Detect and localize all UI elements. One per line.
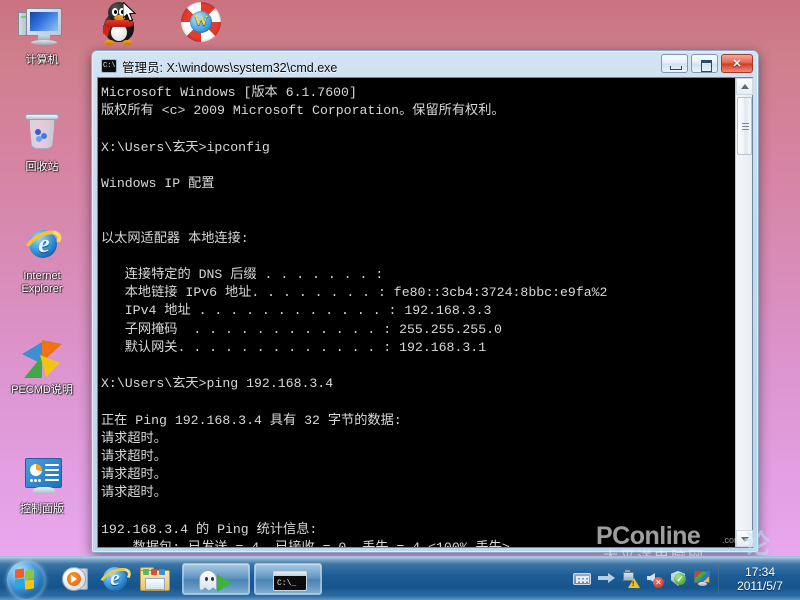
- folder-tabs-icon: [143, 568, 167, 575]
- windows-flag-icon: [15, 567, 37, 590]
- maximize-button[interactable]: [691, 54, 718, 73]
- lifebuoy-icon: W: [176, 0, 224, 46]
- start-button[interactable]: [2, 559, 50, 599]
- desktop-icon-label: Internet Explorer: [21, 270, 63, 295]
- taskbar-button-cmd[interactable]: [254, 562, 322, 595]
- console-body[interactable]: Microsoft Windows [版本 6.1.7600] 版权所有 <c> …: [97, 77, 753, 548]
- desktop-icon-label: 控制面版: [20, 503, 64, 515]
- volume-muted-icon[interactable]: [646, 570, 664, 588]
- console-line: X:\Users\玄天>ping 192.168.3.4: [101, 376, 334, 392]
- task-buttons[interactable]: [182, 562, 322, 595]
- window-titlebar[interactable]: 管理员: X:\windows\system32\cmd.exe: [97, 54, 753, 77]
- scrollbar-thumb[interactable]: [737, 97, 752, 155]
- desktop-icon-computer[interactable]: 计算机: [2, 6, 82, 67]
- mouse-cursor: [123, 2, 137, 23]
- quick-launch-internet-explorer[interactable]: e: [95, 560, 135, 598]
- console-line: 192.168.3.4 的 Ping 统计信息:: [101, 521, 318, 537]
- quick-launch-windows-explorer[interactable]: [136, 560, 174, 598]
- scroll-up-arrow-icon[interactable]: [736, 78, 753, 95]
- console-line: Microsoft Windows [版本 6.1.7600]: [101, 85, 357, 100]
- shield-ok-icon[interactable]: [670, 570, 687, 587]
- play-arrow-icon: [217, 573, 232, 592]
- desktop-icon-internet-explorer[interactable]: e Internet Explorer: [2, 222, 82, 295]
- cmd-icon: [101, 59, 117, 73]
- clock-time: 17:34: [744, 564, 776, 579]
- desktop-icon-label: 回收站: [25, 161, 59, 173]
- arrow-icon[interactable]: [598, 570, 615, 587]
- desktop-icon-qq[interactable]: [80, 0, 160, 48]
- cmd-window[interactable]: 管理员: X:\windows\system32\cmd.exe Microso…: [91, 50, 759, 553]
- clock[interactable]: 17:34 2011/5/7: [728, 565, 794, 593]
- desktop-icon-label: 计算机: [25, 54, 59, 66]
- console-line: 版权所有 <c> 2009 Microsoft Corporation。保留所有…: [101, 103, 505, 119]
- computer-icon: [18, 6, 66, 52]
- clock-date: 2011/5/7: [737, 578, 783, 593]
- close-button[interactable]: [721, 54, 753, 74]
- console-line: Windows IP 配置: [101, 176, 215, 192]
- media-player-disc-icon: [62, 566, 86, 591]
- system-tray[interactable]: 17:34 2011/5/7: [573, 557, 800, 600]
- folder-window-icon: [145, 577, 165, 590]
- minimize-button[interactable]: [661, 54, 688, 73]
- console-line: 数据包: 已发送 = 4, 已接收 = 0, 丢失 = 4 <100% 丢失>,: [101, 539, 735, 547]
- desktop-icon-control-panel[interactable]: 控制面版: [2, 455, 82, 516]
- taskbar-button-ghost-tool[interactable]: [182, 562, 250, 595]
- window-title: 管理员: X:\windows\system32\cmd.exe: [122, 60, 338, 75]
- display-icon[interactable]: [694, 570, 711, 587]
- taskbar[interactable]: e C:\_ ! ✕ ✓ 17:34 2011/5/7: [0, 556, 800, 600]
- ghost-icon: [199, 569, 217, 591]
- cmd-icon: [273, 570, 307, 591]
- desktop-icon-pecmd-help[interactable]: PECMD说明: [2, 336, 82, 397]
- console-line: 子网掩码 . . . . . . . . . . . . : 255.255.2…: [101, 321, 502, 337]
- console-output[interactable]: Microsoft Windows [版本 6.1.7600] 版权所有 <c> …: [98, 78, 735, 547]
- desktop-icon-rescue-tool[interactable]: W: [160, 0, 240, 48]
- butterfly-icon: [18, 336, 66, 382]
- recycle-bin-icon: [18, 113, 66, 159]
- internet-explorer-icon: e: [18, 222, 66, 268]
- console-line: 请求超时。: [101, 430, 167, 446]
- console-line: 请求超时。: [101, 449, 167, 465]
- window-controls: [661, 54, 753, 74]
- console-line: 连接特定的 DNS 后缀 . . . . . . . :: [101, 267, 384, 283]
- quick-launch-windows-media-player[interactable]: [56, 560, 94, 598]
- console-scrollbar[interactable]: [735, 78, 753, 547]
- console-line: 正在 Ping 192.168.3.4 具有 32 字节的数据:: [101, 412, 402, 428]
- desktop-icon-label: PECMD说明: [11, 384, 73, 396]
- console-line: 请求超时。: [101, 467, 167, 483]
- console-line: X:\Users\玄天>ipconfig: [101, 139, 270, 155]
- scroll-down-arrow-icon[interactable]: [736, 530, 753, 547]
- tray-divider: [718, 563, 719, 594]
- keyboard-icon[interactable]: [573, 572, 591, 585]
- console-line: IPv4 地址 . . . . . . . . . . . . : 192.16…: [101, 303, 492, 319]
- control-panel-icon: [18, 455, 66, 501]
- console-line: 默认网关. . . . . . . . . . . . . : 192.168.…: [101, 339, 487, 355]
- desktop-icon-recycle-bin[interactable]: 回收站: [2, 113, 82, 174]
- console-line: 请求超时。: [101, 485, 167, 501]
- console-line: 以太网适配器 本地连接:: [101, 230, 249, 246]
- console-line: 本地链接 IPv6 地址. . . . . . . . : fe80::3cb4…: [101, 285, 608, 301]
- quick-launch-bar[interactable]: e: [56, 560, 174, 598]
- network-warning-icon[interactable]: [622, 570, 640, 588]
